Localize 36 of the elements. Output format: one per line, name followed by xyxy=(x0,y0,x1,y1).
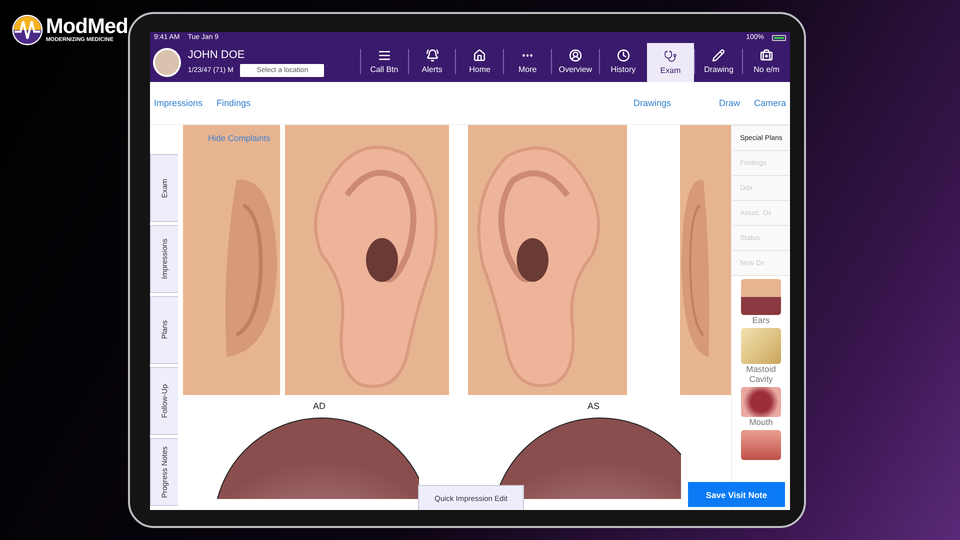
medical-case-icon xyxy=(760,49,774,62)
subnav-link[interactable]: Draw xyxy=(718,98,740,108)
subnav-link[interactable]: Impressions xyxy=(154,98,203,108)
brand-name: ModMed xyxy=(46,17,128,37)
anatomy-thumbnail[interactable] xyxy=(741,430,781,460)
anatomy-thumbnail[interactable] xyxy=(741,328,781,364)
nav-tab[interactable]: Overview xyxy=(551,49,599,74)
stethoscope-icon xyxy=(664,50,677,63)
bell-icon xyxy=(426,49,438,62)
nav-tab[interactable]: Exam xyxy=(646,43,694,82)
nav-tab[interactable]: Call Btn xyxy=(360,49,408,74)
anatomy-thumbnail[interactable] xyxy=(741,279,781,315)
subnav-link[interactable]: Camera xyxy=(754,98,786,108)
anatomy-thumbnail[interactable] xyxy=(741,387,781,417)
ear-view-label: AD xyxy=(313,401,326,411)
logo-icon xyxy=(12,12,43,48)
save-visit-note-button[interactable]: Save Visit Note xyxy=(688,482,785,507)
nav-tab[interactable]: No e/m xyxy=(742,49,790,74)
subnav-link[interactable]: Findings xyxy=(216,98,251,108)
list-icon xyxy=(378,49,391,62)
thumbnail-label: Ears xyxy=(751,315,771,325)
patient-name: JOHN DOE xyxy=(188,48,246,60)
nav-tab[interactable]: Drawing xyxy=(694,49,742,74)
nav-tab[interactable]: More xyxy=(503,49,551,74)
clock-icon xyxy=(616,49,630,62)
battery-icon xyxy=(772,34,786,40)
subnav-link[interactable]: Drawings xyxy=(633,98,671,108)
thumbnail-label: Mastoid Cavity xyxy=(745,364,777,384)
user-icon xyxy=(568,49,582,62)
avatar xyxy=(153,48,181,77)
pencil-icon xyxy=(712,49,726,62)
thumbnail-label: Mouth xyxy=(748,417,774,427)
nav-tab[interactable]: Alerts xyxy=(408,49,456,74)
home-icon xyxy=(473,49,486,62)
ear-view-label: AS xyxy=(588,401,600,411)
nav-tab[interactable]: Home xyxy=(455,49,504,74)
